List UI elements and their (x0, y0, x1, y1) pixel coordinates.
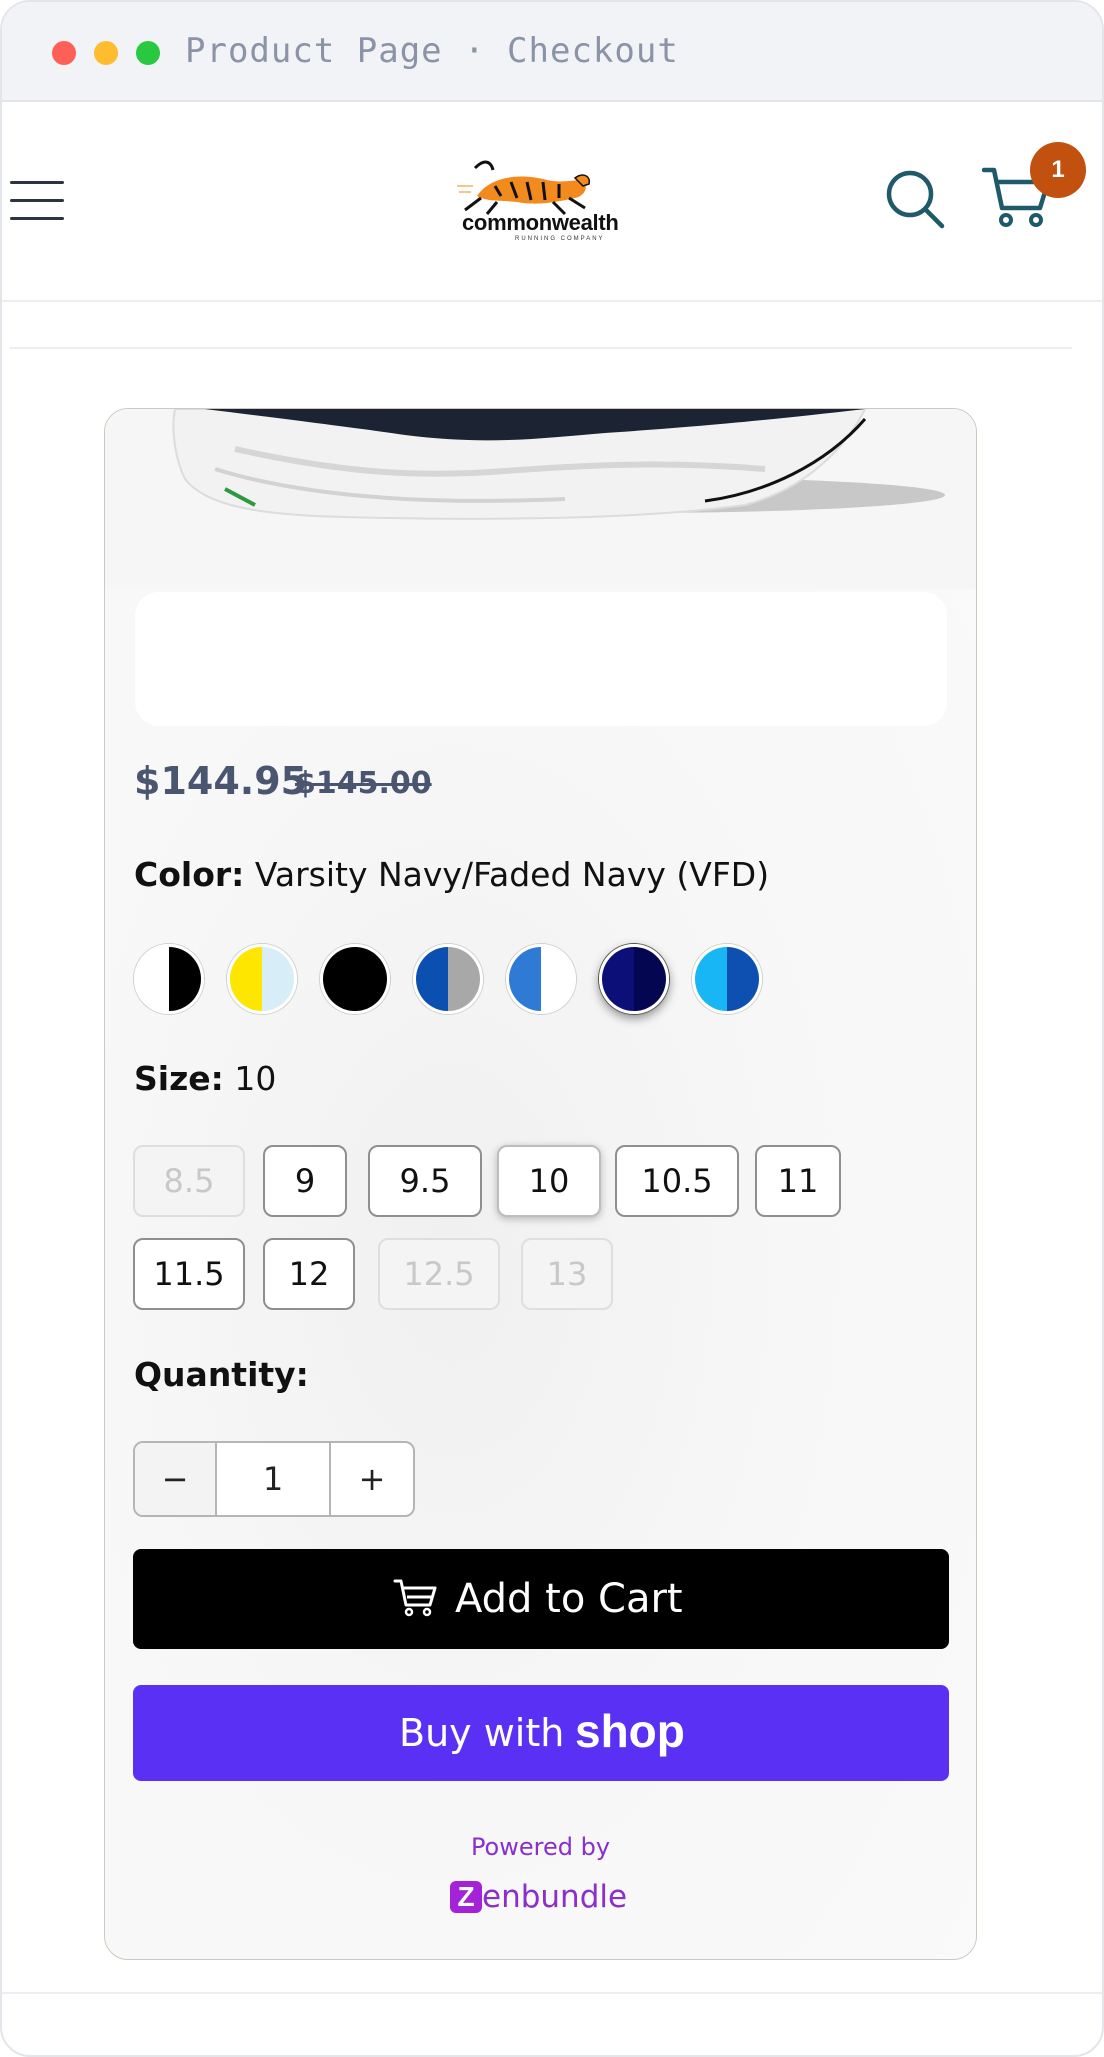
quantity-label: Quantity: (134, 1355, 309, 1394)
quantity-decrease-button[interactable]: − (135, 1443, 215, 1515)
color-label: Color: (134, 855, 245, 894)
size-option-12[interactable]: 12 (263, 1238, 355, 1310)
swatch-color-left (137, 947, 169, 1011)
swatch-color-left (323, 947, 355, 1011)
title-bar: Product Page · Checkout (2, 2, 1102, 102)
size-option-10[interactable]: 10 (497, 1145, 601, 1217)
buy-with-shop-button[interactable]: Buy with shop (133, 1685, 949, 1781)
search-icon[interactable] (884, 168, 946, 230)
product-card: $144.95 $145.00 Color: Varsity Navy/Fade… (104, 408, 977, 1960)
swatch-color-left (695, 947, 727, 1011)
quantity-label-row: Quantity: (134, 1355, 309, 1394)
hamburger-icon[interactable] (10, 181, 64, 221)
minimize-window-button[interactable] (94, 41, 118, 65)
tiger-logo-icon (457, 160, 591, 216)
swatch-color-right (355, 947, 387, 1011)
divider (10, 347, 1072, 349)
maximize-window-button[interactable] (136, 41, 160, 65)
zenbundle-logo[interactable]: Z enbundle (450, 1875, 650, 1919)
size-option-9[interactable]: 9 (263, 1145, 347, 1217)
swatch-color-right (262, 947, 294, 1011)
color-swatch[interactable] (413, 944, 483, 1014)
size-value: 10 (234, 1059, 277, 1098)
quantity-input[interactable]: 1 (215, 1443, 331, 1515)
window-title: Product Page · Checkout (185, 31, 679, 71)
divider (2, 1992, 1102, 1994)
color-swatch[interactable] (134, 944, 204, 1014)
size-option-11-5[interactable]: 11.5 (133, 1238, 245, 1310)
color-option-label: Color: Varsity Navy/Faded Navy (VFD) (134, 855, 769, 894)
color-swatch[interactable] (506, 944, 576, 1014)
buy-with-label: Buy with (399, 1711, 565, 1755)
store-logo[interactable]: commonwealth RUNNING COMPANY (457, 156, 627, 246)
swatch-color-right (169, 947, 201, 1011)
cart-count-badge: 1 (1030, 142, 1086, 198)
size-option-9-5[interactable]: 9.5 (368, 1145, 482, 1217)
size-option-12-5: 12.5 (378, 1238, 500, 1310)
image-caption-box (135, 592, 947, 726)
swatch-color-left (230, 947, 262, 1011)
swatch-color-left (602, 947, 634, 1011)
quantity-stepper: − 1 + (133, 1441, 415, 1517)
logo-subtext: RUNNING COMPANY (515, 236, 605, 242)
size-label: Size: (134, 1059, 224, 1098)
swatch-color-left (509, 947, 541, 1011)
size-option-11[interactable]: 11 (755, 1145, 841, 1217)
swatch-color-right (634, 947, 666, 1011)
browser-window: Product Page · Checkout commonwealth RUN… (0, 0, 1104, 2057)
swatch-color-right (448, 947, 480, 1011)
add-to-cart-button[interactable]: Add to Cart (133, 1549, 949, 1649)
color-swatch[interactable] (320, 944, 390, 1014)
zenbundle-mark-icon: Z (450, 1881, 482, 1913)
swatch-color-right (727, 947, 759, 1011)
product-image[interactable] (105, 409, 976, 589)
sale-price: $144.95 (134, 759, 308, 803)
add-to-cart-label: Add to Cart (455, 1576, 683, 1622)
size-option-label: Size: 10 (134, 1059, 276, 1098)
size-option-8-5: 8.5 (133, 1145, 245, 1217)
swatch-color-right (541, 947, 573, 1011)
compare-price: $145.00 (295, 766, 432, 801)
color-swatch[interactable] (227, 944, 297, 1014)
site-header: commonwealth RUNNING COMPANY 1 (2, 104, 1102, 302)
color-value: Varsity Navy/Faded Navy (VFD) (254, 855, 770, 894)
shop-logo-text: shop (575, 1705, 685, 1757)
logo-text: commonwealth (462, 210, 619, 235)
quantity-increase-button[interactable]: + (331, 1443, 413, 1515)
shoe-image-icon (172, 409, 945, 520)
size-option-13: 13 (521, 1238, 613, 1310)
color-swatch[interactable] (692, 944, 762, 1014)
swatch-color-left (416, 947, 448, 1011)
size-option-10-5[interactable]: 10.5 (615, 1145, 739, 1217)
powered-by-text: Powered by (470, 1833, 611, 1861)
cart-icon (393, 1579, 437, 1617)
close-window-button[interactable] (52, 41, 76, 65)
color-swatch[interactable] (599, 944, 669, 1014)
zenbundle-wordmark: enbundle (482, 1879, 628, 1915)
